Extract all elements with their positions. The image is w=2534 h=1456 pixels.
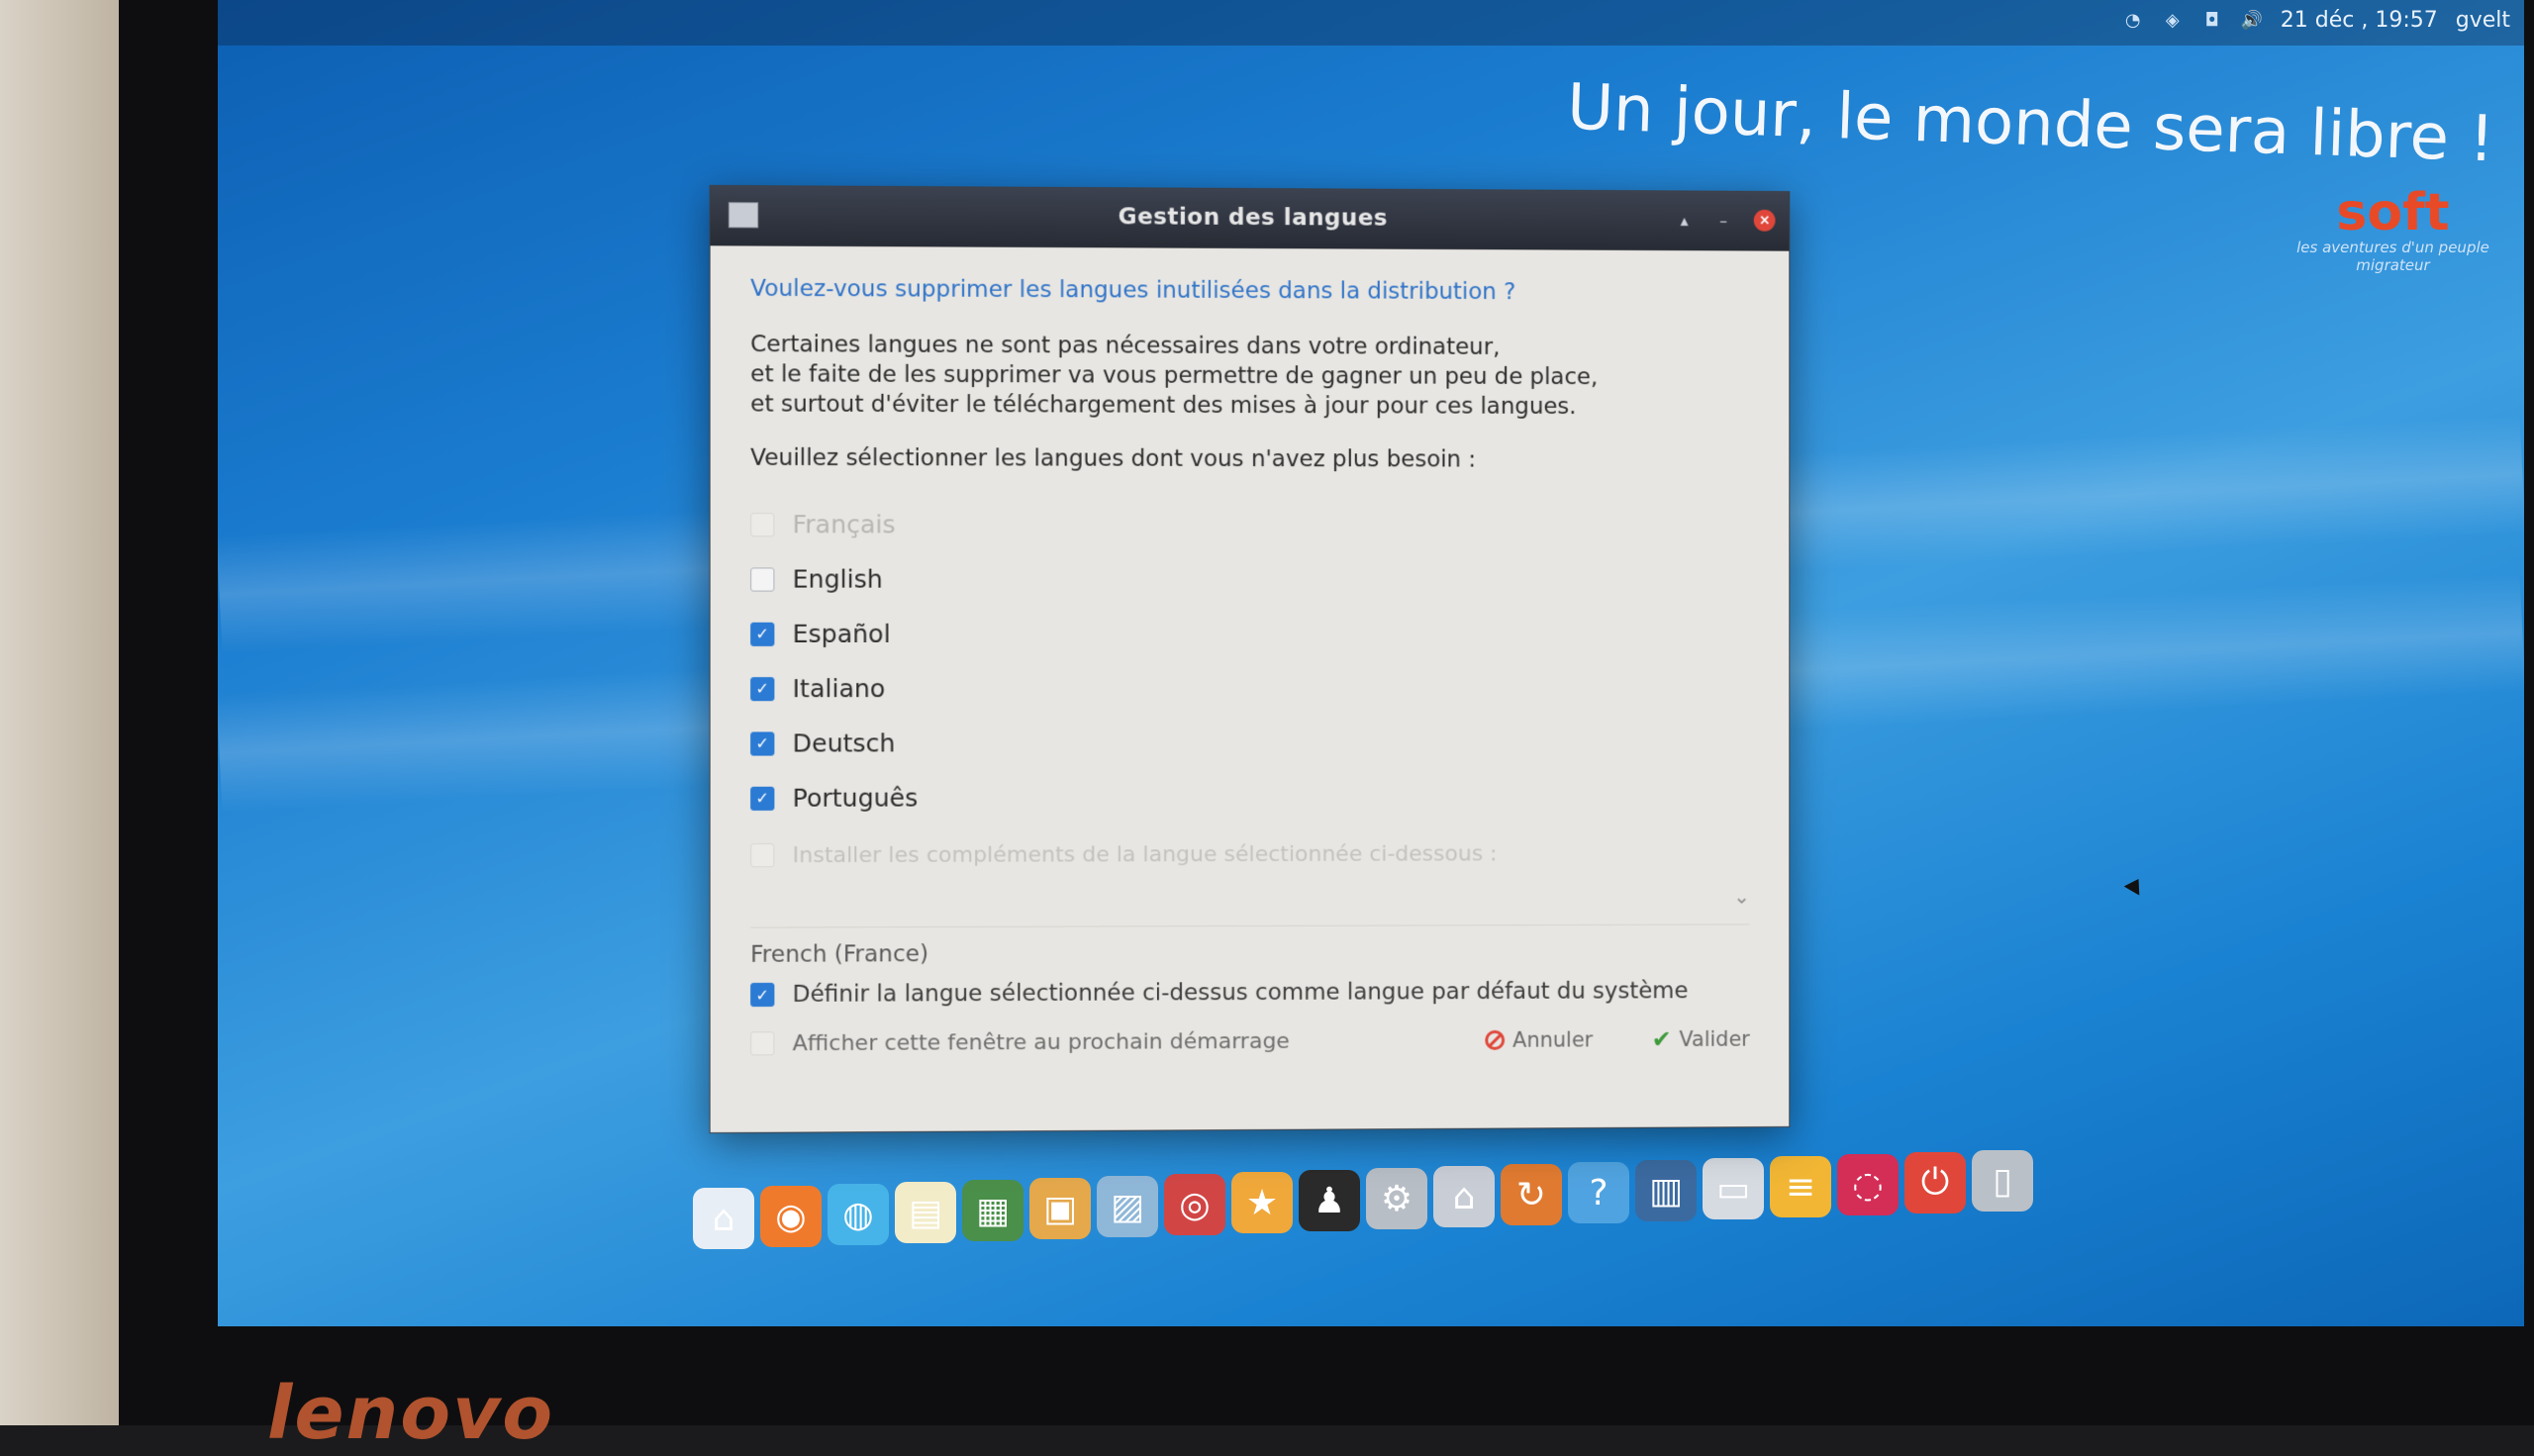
media-player-icon[interactable]: ◎ <box>1164 1174 1225 1235</box>
home-icon[interactable]: ⌂ <box>693 1188 754 1249</box>
language-option[interactable]: English <box>750 551 1750 607</box>
check-icon: ✔ <box>1651 1025 1672 1054</box>
locale-select[interactable]: ⌄ <box>750 884 1750 928</box>
user-name[interactable]: gvelt <box>2456 8 2510 33</box>
cancel-button[interactable]: Annuler <box>1485 1027 1594 1052</box>
brand-tagline: les aventures d'un peuple migrateur <box>2296 239 2489 274</box>
addons-option[interactable]: Installer les compléments de la langue s… <box>750 831 1750 877</box>
favorites-star-icon[interactable]: ★ <box>1231 1172 1293 1233</box>
dialog-titlebar[interactable]: Gestion des langues ▴ – × <box>710 185 1790 251</box>
cancel-icon <box>1485 1029 1506 1050</box>
close-button[interactable]: × <box>1753 209 1776 232</box>
spreadsheet-icon[interactable]: ▦ <box>962 1180 1023 1241</box>
language-label: Español <box>792 619 891 648</box>
language-manager-dialog: Gestion des langues ▴ – × Voulez-vous su… <box>709 184 1791 1134</box>
notes-yellow-icon[interactable]: ≡ <box>1770 1156 1831 1217</box>
clock[interactable]: 21 déc , 19:57 <box>2281 8 2438 33</box>
language-checkbox[interactable]: ✓ <box>750 622 775 646</box>
chevron-down-icon: ⌄ <box>1733 884 1750 909</box>
video-editor-icon[interactable]: ▣ <box>1029 1178 1091 1239</box>
notes-icon[interactable]: ▤ <box>895 1182 956 1243</box>
workspace-switcher-icon[interactable]: ▥ <box>1635 1160 1697 1221</box>
ok-label: Valider <box>1679 1026 1750 1051</box>
locale-value[interactable]: French (France) <box>750 938 1750 968</box>
laptop-brand-logo: lenovo <box>267 1371 555 1456</box>
dialog-title: Gestion des langues <box>1118 204 1388 232</box>
language-label: English <box>792 564 883 594</box>
firefox-icon[interactable]: ◉ <box>760 1186 822 1247</box>
settings-gear-icon[interactable]: ⚙ <box>1366 1168 1427 1229</box>
wallpaper-brand: soft les aventures d'un peuple migrateur <box>2262 183 2524 274</box>
debian-swirl-icon[interactable]: ◌ <box>1837 1154 1899 1215</box>
language-checkbox[interactable] <box>750 566 775 592</box>
power-icon[interactable]: ⏻ <box>1904 1152 1966 1213</box>
wallpaper-slogan: Un jour, le monde sera libre ! <box>1565 70 2496 177</box>
wifi-icon[interactable]: ◔ <box>2122 10 2144 32</box>
default-language-option[interactable]: ✓ Définir la langue sélectionnée ci-dess… <box>750 978 1750 1008</box>
language-option[interactable]: ✓ Italiano <box>750 661 1750 716</box>
addons-label: Installer les compléments de la langue s… <box>792 840 1498 868</box>
language-option[interactable]: ✓ Deutsch <box>750 716 1750 771</box>
default-language-checkbox[interactable]: ✓ <box>750 982 775 1008</box>
language-label: Italiano <box>792 674 886 704</box>
home-folder-icon[interactable]: ⌂ <box>1433 1166 1495 1227</box>
description-line: Certaines langues ne sont pas nécessaire… <box>750 332 1501 360</box>
language-label: Français <box>792 510 896 539</box>
ok-button[interactable]: ✔ Valider <box>1652 1025 1750 1053</box>
volume-icon[interactable]: 🔊 <box>2241 10 2263 32</box>
language-checkbox[interactable]: ✓ <box>750 786 775 811</box>
display-icon[interactable]: ◘ <box>2201 10 2223 32</box>
linux-tux-icon[interactable]: ♟ <box>1299 1170 1360 1231</box>
addons-checkbox[interactable] <box>750 843 775 868</box>
top-panel: ◔ ◈ ◘ 🔊 21 déc , 19:57 gvelt <box>218 0 2524 46</box>
show-at-startup-option[interactable]: Afficher cette fenêtre au prochain démar… <box>750 1028 1425 1056</box>
default-language-label: Définir la langue sélectionnée ci-dessus… <box>792 978 1689 1008</box>
language-label: Deutsch <box>792 728 896 758</box>
dialog-footer: Afficher cette fenêtre au prochain démar… <box>750 1025 1750 1058</box>
language-checkbox[interactable] <box>750 512 775 536</box>
description-line: et surtout d'éviter le téléchargement de… <box>750 391 1577 420</box>
network-globe-icon[interactable]: ◍ <box>828 1184 889 1245</box>
dialog-body: Voulez-vous supprimer les langues inutil… <box>711 245 1790 1148</box>
dialog-question: Voulez-vous supprimer les langues inutil… <box>750 275 1516 306</box>
update-icon[interactable]: ↻ <box>1501 1164 1562 1225</box>
window-list-icon[interactable]: ▭ <box>1703 1158 1764 1219</box>
language-option[interactable]: ✓ Español <box>750 607 1750 661</box>
language-label: Português <box>792 783 919 813</box>
image-viewer-icon[interactable]: ▨ <box>1097 1176 1158 1237</box>
language-list: Français English ✓ Español ✓ Italiano ✓ Deutsch… <box>750 497 1750 825</box>
language-checkbox[interactable]: ✓ <box>750 730 775 756</box>
update-tray-icon[interactable]: ◈ <box>2162 10 2184 32</box>
help-icon[interactable]: ? <box>1568 1162 1629 1223</box>
dialog-description: Certaines langues ne sont pas nécessaire… <box>750 330 1750 422</box>
maximize-button[interactable]: ▴ <box>1674 209 1696 231</box>
mouse-cursor <box>2123 874 2147 896</box>
show-at-startup-checkbox[interactable] <box>750 1031 775 1056</box>
language-option[interactable]: Français <box>750 497 1750 553</box>
show-at-startup-label: Afficher cette fenêtre au prochain démar… <box>792 1028 1290 1056</box>
cancel-label: Annuler <box>1512 1027 1594 1052</box>
selection-prompt: Veuillez sélectionner les langues dont v… <box>750 444 1477 473</box>
language-option[interactable]: ✓ Português <box>750 769 1750 825</box>
minimize-button[interactable]: – <box>1712 210 1734 232</box>
trash-icon[interactable]: ▯ <box>1972 1150 2033 1212</box>
description-line: et le faite de les supprimer va vous per… <box>750 361 1599 391</box>
brand-name: soft <box>2336 183 2450 243</box>
language-checkbox[interactable]: ✓ <box>750 676 775 701</box>
system-tray: ◔ ◈ ◘ 🔊 21 déc , 19:57 gvelt <box>2122 8 2510 33</box>
